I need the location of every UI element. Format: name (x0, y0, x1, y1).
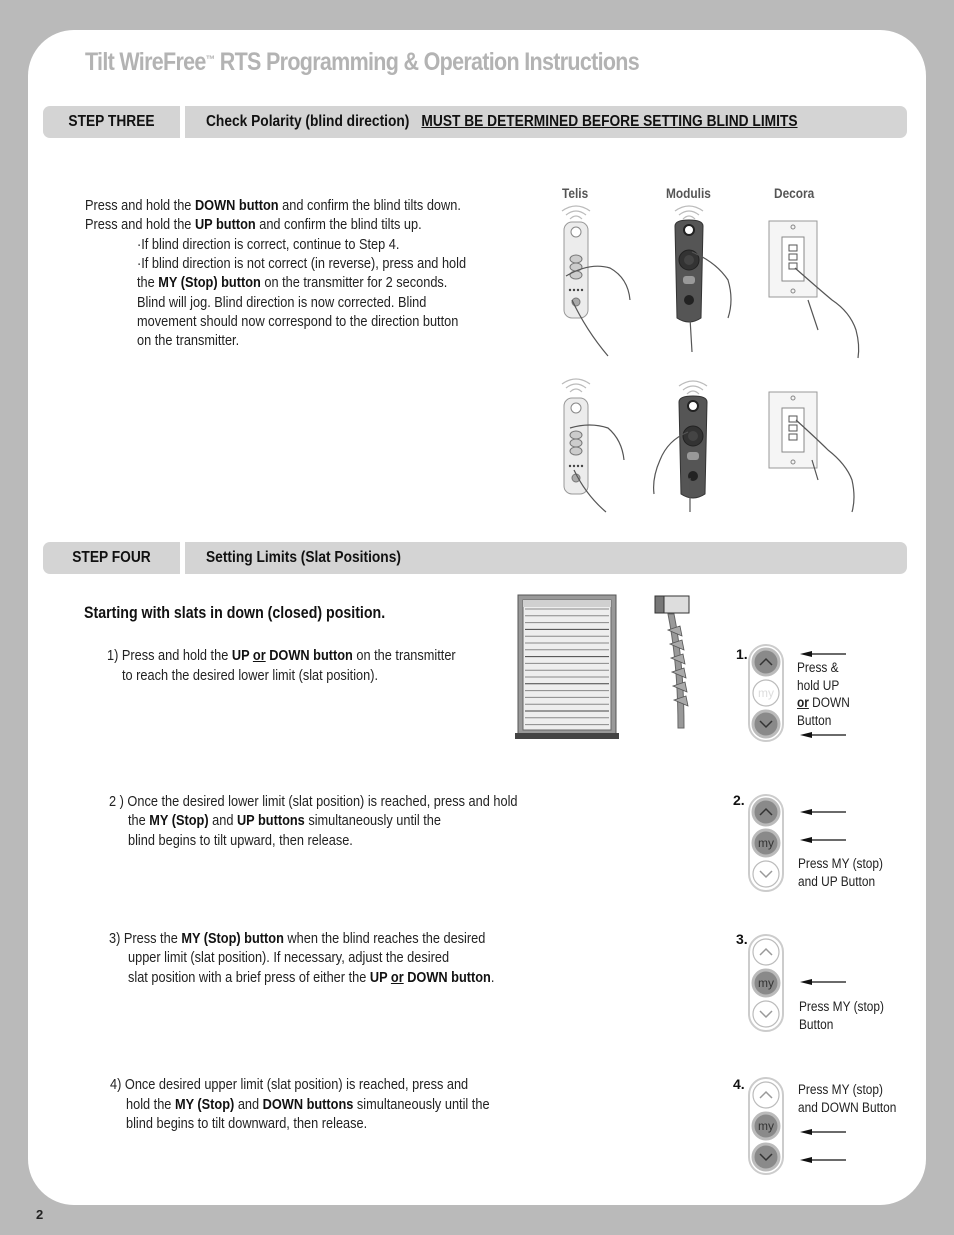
instruction-3-line-2: upper limit (slat position). If necessar… (128, 950, 450, 966)
t: and (234, 1097, 263, 1113)
t: . (490, 970, 495, 986)
modulis-remote-1 (674, 205, 732, 353)
t-bold: UP buttons (236, 813, 305, 829)
step-four-bar: STEP FOUR Setting Limits (Slat Positions… (43, 542, 907, 574)
transmitter-illustrations (561, 205, 860, 513)
t: slat position with a brief press of eith… (128, 970, 370, 986)
caption-line: Press MY (stop) (798, 856, 883, 871)
instruction-1-line-2: to reach the desired lower limit (slat p… (122, 668, 379, 684)
t: simultaneously until the (353, 1097, 490, 1113)
t-bold: UP (231, 648, 253, 664)
instruction-4-line-3: blind begins to tilt downward, then rele… (126, 1116, 368, 1132)
instruction-2-line-1: 2 ) Once the desired lower limit (slat p… (109, 794, 518, 810)
t: 1) Press and hold the (107, 648, 232, 664)
instruction-4-line-1: 4) Once desired upper limit (slat positi… (110, 1077, 469, 1093)
t: when the blind reaches the desired (283, 931, 486, 947)
t: hold the (126, 1097, 175, 1113)
instruction-4-line-2: hold the MY (Stop) and DOWN buttons simu… (126, 1096, 490, 1116)
divider (180, 542, 185, 574)
diagram-2-caption: Press MY (stop) and UP Button (798, 855, 883, 890)
t-bold: DOWN buttons (262, 1097, 354, 1113)
t: on the transmitter (352, 648, 456, 664)
diagram-3-number: 3. (736, 931, 748, 947)
t-underline: or (390, 970, 404, 986)
t-bold: MY (Stop) (174, 1097, 235, 1113)
caption-line: Press MY (stop) (799, 999, 884, 1014)
caption-line: or DOWN (797, 695, 850, 710)
caption-line: Press & (797, 660, 839, 675)
t: the (128, 813, 150, 829)
step-four-subheading: Starting with slats in down (closed) pos… (84, 604, 386, 622)
decora-switch-2 (768, 391, 855, 513)
diagram-1-caption: Press & hold UP or DOWN Button (797, 659, 850, 729)
t: simultaneously until the (304, 813, 441, 829)
diagram-3-caption: Press MY (stop) Button (799, 998, 884, 1033)
caption-line: Button (799, 1016, 834, 1032)
step-four-label: STEP FOUR (72, 549, 151, 566)
t-bold: DOWN button (265, 648, 353, 664)
instruction-1-line-1: 1) Press and hold the UP or DOWN button … (107, 647, 456, 667)
t: 3) Press the (109, 931, 182, 947)
page-number: 2 (36, 1207, 44, 1222)
decora-switch-1 (768, 220, 860, 359)
diagram-2-number: 2. (733, 792, 745, 808)
instruction-2-line-3: blind begins to tilt upward, then releas… (128, 833, 353, 849)
t-bold: MY (Stop) button (181, 931, 284, 947)
caption-line: Press MY (stop) (798, 1082, 883, 1097)
modulis-remote-2 (653, 380, 708, 512)
instruction-2-line-2: the MY (Stop) and UP buttons simultaneou… (128, 812, 441, 832)
window-blind-illustration (515, 594, 619, 739)
caption-line: and UP Button (798, 873, 876, 889)
step-four-heading: Setting Limits (Slat Positions) (206, 549, 401, 566)
t-bold: DOWN button (403, 970, 491, 986)
telis-remote-2 (561, 378, 625, 513)
caption-line: and DOWN Button (798, 1099, 897, 1115)
telis-remote-1 (561, 205, 631, 357)
t-bold: UP (369, 970, 391, 986)
caption-line: Button (797, 712, 832, 728)
instruction-3-line-1: 3) Press the MY (Stop) button when the b… (109, 930, 485, 950)
slat-side-view-illustration (654, 595, 690, 729)
caption-line: hold UP (797, 677, 840, 693)
diagram-1-number: 1. (736, 646, 748, 662)
diagram-4-caption: Press MY (stop) and DOWN Button (798, 1081, 896, 1116)
diagram-4-number: 4. (733, 1076, 745, 1092)
t: and (208, 813, 237, 829)
t-underline: or (252, 648, 266, 664)
t-bold: MY (Stop) (149, 813, 209, 829)
instruction-3-line-3: slat position with a brief press of eith… (128, 969, 494, 989)
